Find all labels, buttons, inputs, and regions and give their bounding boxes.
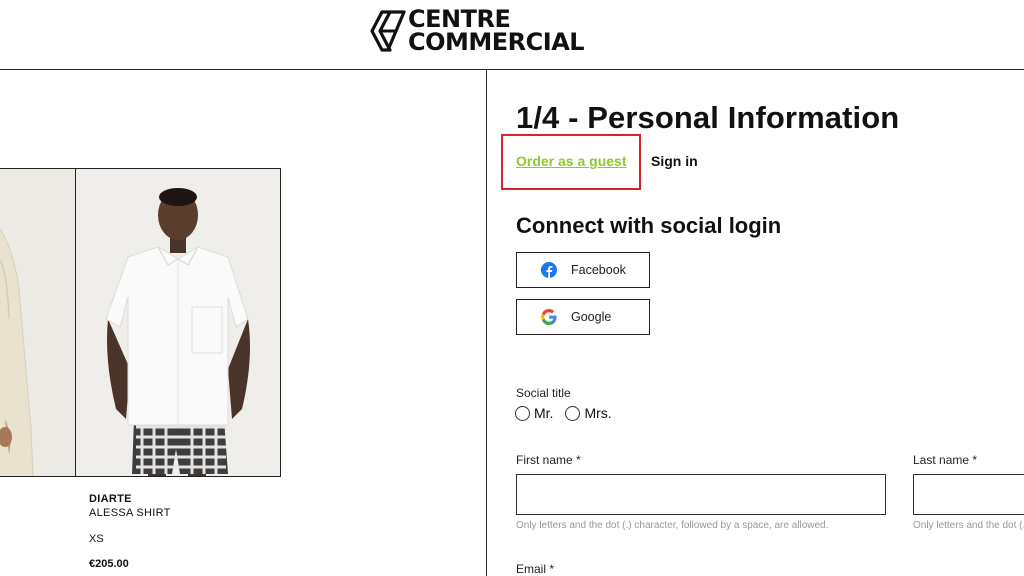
email-label: Email * <box>516 562 555 576</box>
product-size: XS <box>89 533 104 545</box>
order-as-guest-link[interactable]: Order as a guest <box>516 153 627 169</box>
site-logo[interactable]: CENTRE COMMERCIAL <box>368 7 585 56</box>
logo-mark-icon <box>370 10 406 52</box>
facebook-login-button[interactable]: Facebook <box>516 252 650 288</box>
logo-wordmark: CENTRE COMMERCIAL <box>408 7 585 56</box>
product-name[interactable]: ALESSA SHIRT <box>89 506 171 520</box>
logo-line-2: COMMERCIAL <box>408 28 585 56</box>
google-icon <box>541 309 557 325</box>
first-name-input[interactable] <box>516 474 886 515</box>
facebook-label: Facebook <box>571 263 626 277</box>
product-brand: DIARTE <box>89 493 132 505</box>
column-divider <box>486 70 487 576</box>
first-name-label: First name * <box>516 453 581 467</box>
last-name-label: Last name * <box>913 453 978 467</box>
product-gallery[interactable] <box>0 168 281 477</box>
first-name-hint: Only letters and the dot (.) character, … <box>516 520 829 531</box>
radio-mrs-circle[interactable] <box>565 405 581 421</box>
step-title: 1/4 - Personal Information <box>516 100 900 135</box>
social-login-heading: Connect with social login <box>516 213 782 238</box>
product-photo-secondary[interactable] <box>0 169 75 476</box>
sign-in-link[interactable]: Sign in <box>651 153 698 169</box>
product-photo-main[interactable] <box>76 169 280 476</box>
last-name-input[interactable] <box>913 474 1024 515</box>
google-label: Google <box>571 310 612 324</box>
product-info: DIARTE ALESSA SHIRT <box>89 492 171 520</box>
social-title-label: Social title <box>516 386 571 400</box>
social-title-options: Mr. Mrs. <box>515 405 624 421</box>
product-price: €205.00 <box>89 558 129 570</box>
radio-mrs[interactable]: Mrs. <box>565 405 612 421</box>
radio-mr[interactable]: Mr. <box>515 405 553 421</box>
site-header: CENTRE COMMERCIAL <box>0 0 1024 70</box>
facebook-icon <box>541 262 557 278</box>
radio-mr-circle[interactable] <box>515 405 530 421</box>
radio-mr-label: Mr. <box>534 405 554 421</box>
last-name-hint: Only letters and the dot (.) character, … <box>913 520 1024 531</box>
google-login-button[interactable]: Google <box>516 299 650 335</box>
radio-mrs-label: Mrs. <box>584 405 612 421</box>
